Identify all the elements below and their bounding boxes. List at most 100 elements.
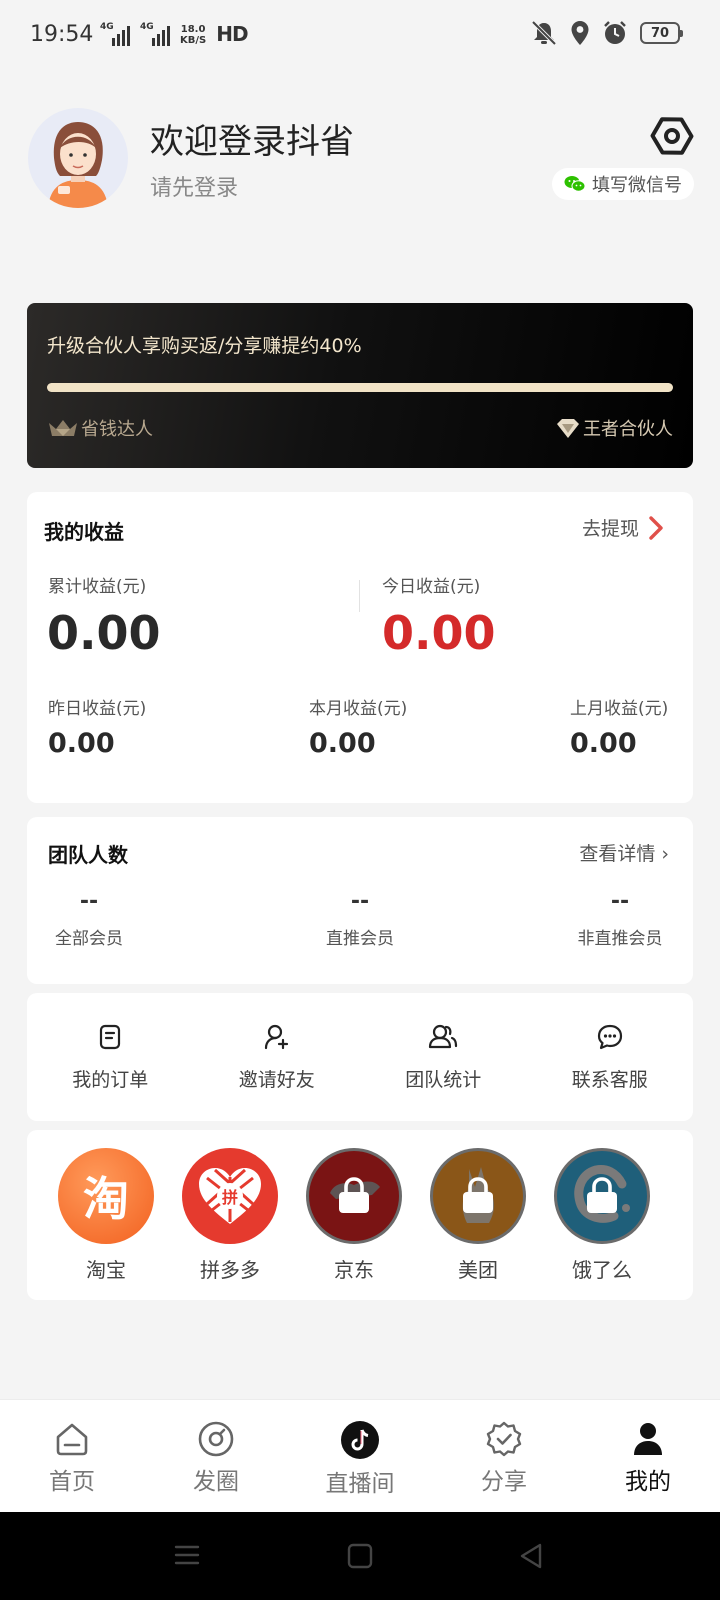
month-earnings-label: 本月收益(元) xyxy=(309,699,408,719)
back-icon[interactable] xyxy=(518,1542,544,1570)
team-stat-label: 全部会员 xyxy=(55,929,123,949)
status-time: 19:54 xyxy=(30,22,94,47)
platform-label: 拼多多 xyxy=(200,1258,260,1282)
tab-label: 首页 xyxy=(49,1469,95,1495)
tiktok-icon xyxy=(341,1421,379,1459)
share-badge-icon xyxy=(486,1421,522,1457)
bottom-tab-bar: 首页 发圈 直播间 分享 我的 xyxy=(0,1399,720,1512)
avatar-illustration xyxy=(48,122,108,208)
banner-title: 升级合伙人享购买返/分享赚提约40% xyxy=(47,335,362,357)
taobao-logo-icon: 淘 xyxy=(58,1148,154,1244)
earnings-title: 我的收益 xyxy=(44,520,124,544)
platform-label: 饿了么 xyxy=(572,1258,632,1282)
platform-label: 京东 xyxy=(334,1258,374,1282)
platform-meituan[interactable]: 美团 xyxy=(423,1148,533,1283)
team-stat-value: -- xyxy=(79,889,99,914)
team-stat-label: 非直推会员 xyxy=(577,929,663,949)
diamond-icon xyxy=(557,419,579,438)
total-earnings-label: 累计收益(元) xyxy=(48,577,147,597)
hd-label: HD xyxy=(216,22,248,46)
taobao-logo-text: 淘 xyxy=(83,1172,129,1226)
crown-icon xyxy=(49,420,77,436)
tab-home[interactable]: 首页 xyxy=(0,1400,144,1512)
signal-icon: 4G xyxy=(100,22,130,46)
recent-apps-icon[interactable] xyxy=(174,1542,200,1568)
view-details-link[interactable]: 查看详情 › xyxy=(579,839,669,866)
pinduoduo-logo-icon: 拼 xyxy=(182,1148,278,1244)
customer-service-button[interactable]: 联系客服 xyxy=(527,993,694,1121)
tab-label: 我的 xyxy=(625,1469,671,1495)
customer-service-icon xyxy=(597,1024,622,1050)
tool-label: 联系客服 xyxy=(571,1069,648,1091)
network-speed: 18.0 KB/S xyxy=(180,24,206,46)
team-stat-label: 直推会员 xyxy=(326,929,394,949)
tool-label: 邀请好友 xyxy=(238,1069,315,1091)
login-hint[interactable]: 请先登录 xyxy=(150,170,238,202)
team-stat-value: -- xyxy=(350,889,370,914)
team-stat-direct[interactable]: -- 直推会员 xyxy=(285,889,435,949)
last-month-earnings-label: 上月收益(元) xyxy=(570,699,669,719)
month-earnings-value: 0.00 xyxy=(309,728,376,759)
pinduoduo-logo-text: 拼 xyxy=(217,1183,243,1209)
team-stat-indirect[interactable]: -- 非直推会员 xyxy=(545,889,695,949)
tab-post-circle[interactable]: 发圈 xyxy=(144,1400,288,1512)
platform-eleme[interactable]: 饿了么 xyxy=(547,1148,657,1283)
mute-bell-icon xyxy=(531,20,557,46)
welcome-title[interactable]: 欢迎登录抖省 xyxy=(150,114,354,163)
team-stat-value: -- xyxy=(610,889,630,914)
system-navigation-bar xyxy=(0,1512,720,1600)
today-earnings-label: 今日收益(元) xyxy=(382,577,481,597)
signal-icon: 4G xyxy=(140,22,170,46)
eleme-logo-icon xyxy=(554,1148,650,1244)
lock-icon xyxy=(463,1177,493,1213)
settings-hexagon-icon[interactable] xyxy=(650,114,694,158)
yesterday-earnings-label: 昨日收益(元) xyxy=(48,699,147,719)
battery-icon: 70 xyxy=(640,22,683,44)
tab-mine[interactable]: 我的 xyxy=(576,1400,720,1512)
tab-label: 发圈 xyxy=(193,1469,239,1495)
team-stats-button[interactable]: 团队统计 xyxy=(360,993,527,1121)
lock-icon xyxy=(339,1177,369,1213)
level-next: 王者合伙人 xyxy=(555,415,673,441)
speed-unit: KB/S xyxy=(180,35,207,46)
divider xyxy=(359,580,360,612)
total-earnings-value: 0.00 xyxy=(47,606,161,660)
today-earnings-value: 0.00 xyxy=(382,606,496,660)
chevron-right-icon xyxy=(649,515,663,540)
quick-tools-card: 我的订单 邀请好友 团队统计 联系客服 xyxy=(27,993,693,1121)
level-current: 省钱达人 xyxy=(47,415,153,441)
network-indicators: 4G 4G 18.0 KB/S HD xyxy=(100,22,249,46)
withdraw-button[interactable]: 去提现 xyxy=(582,514,663,541)
profile-icon xyxy=(634,1423,662,1455)
network-type-label: 4G xyxy=(140,22,154,32)
team-stats-icon xyxy=(429,1024,458,1049)
status-bar: 19:54 4G 4G 18.0 KB/S HD 70 xyxy=(0,0,720,72)
my-orders-button[interactable]: 我的订单 xyxy=(27,993,194,1121)
invite-friends-button[interactable]: 邀请好友 xyxy=(194,993,361,1121)
tool-label: 我的订单 xyxy=(72,1069,149,1091)
avatar[interactable] xyxy=(28,108,128,208)
team-card: 团队人数 查看详情 › -- 全部会员 -- 直推会员 -- 非直推会员 xyxy=(27,817,693,984)
meituan-logo-icon xyxy=(430,1148,526,1244)
fill-wechat-label: 填写微信号 xyxy=(592,175,682,196)
platforms-card: 淘 淘宝 拼 拼多多 京东 美团 饿了么 xyxy=(27,1130,693,1300)
platform-taobao[interactable]: 淘 淘宝 xyxy=(51,1148,161,1283)
lock-icon xyxy=(587,1177,617,1213)
alarm-icon xyxy=(604,21,626,44)
level-current-label: 省钱达人 xyxy=(81,419,153,440)
team-stat-all[interactable]: -- 全部会员 xyxy=(14,889,164,949)
yesterday-earnings-value: 0.00 xyxy=(48,728,115,759)
earnings-card: 我的收益 去提现 累计收益(元) 0.00 今日收益(元) 0.00 昨日收益(… xyxy=(27,492,693,803)
home-button-icon[interactable] xyxy=(347,1543,373,1569)
speed-value: 18.0 xyxy=(180,24,206,35)
platform-label: 淘宝 xyxy=(86,1258,126,1282)
tool-label: 团队统计 xyxy=(405,1069,482,1091)
status-right-icons: 70 xyxy=(530,20,683,46)
fill-wechat-button[interactable]: 填写微信号 xyxy=(552,168,694,200)
tab-live-room[interactable]: 直播间 xyxy=(288,1400,432,1512)
platform-pinduoduo[interactable]: 拼 拼多多 xyxy=(175,1148,285,1283)
withdraw-label: 去提现 xyxy=(581,518,639,540)
partner-upgrade-banner[interactable]: 升级合伙人享购买返/分享赚提约40% 省钱达人 王者合伙人 xyxy=(27,303,693,468)
tab-share[interactable]: 分享 xyxy=(432,1400,576,1512)
platform-jd[interactable]: 京东 xyxy=(299,1148,409,1283)
